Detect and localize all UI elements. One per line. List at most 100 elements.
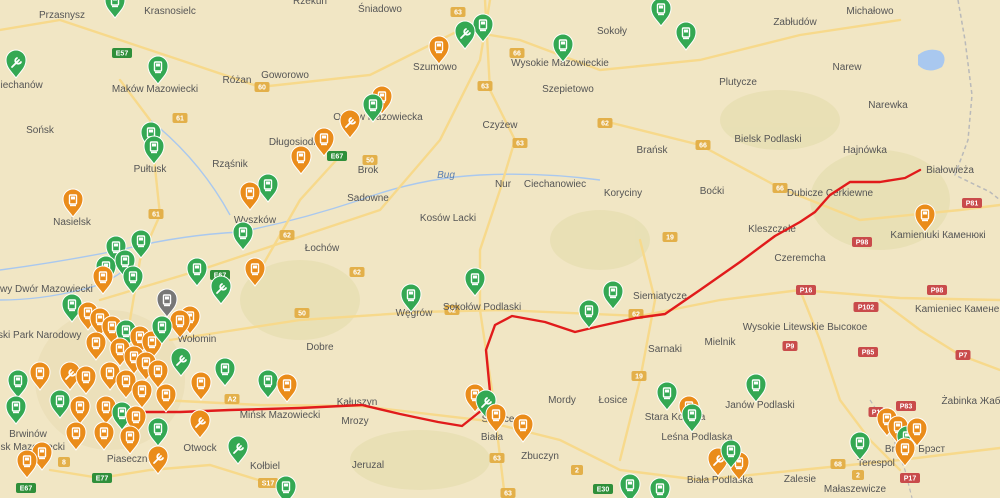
- road-shield: P83: [896, 401, 916, 411]
- road-shield-label: 62: [353, 270, 361, 277]
- road-shield: 62: [349, 267, 365, 277]
- road-shield: E77: [92, 473, 112, 483]
- road-shield: P81: [962, 198, 982, 208]
- road-shield: P98: [852, 237, 872, 247]
- road-shield: P9: [782, 341, 798, 351]
- place-label: Piaseczno: [107, 454, 154, 465]
- place-label: Pułtusk: [134, 164, 168, 175]
- road-shield-label: E77: [96, 476, 109, 483]
- road-shield-label: 60: [258, 85, 266, 92]
- road-shield-label: 19: [635, 374, 643, 381]
- place-label: Koryciny: [604, 188, 642, 199]
- road-shield-label: P16: [800, 288, 813, 295]
- road-shield: P7: [955, 350, 971, 360]
- road-shield-label: P17: [904, 476, 917, 483]
- road-shield: 63: [512, 138, 528, 148]
- road-shield-label: 66: [776, 186, 784, 193]
- place-label: Szepietowo: [542, 84, 594, 95]
- road-shield-label: 62: [601, 121, 609, 128]
- place-label: Białowieża: [926, 165, 974, 176]
- road-shield-label: 2: [575, 468, 579, 475]
- lake: [918, 49, 945, 71]
- place-label: Zbuczyn: [521, 451, 559, 462]
- place-label: Szumowo: [413, 62, 457, 73]
- place-label: Brok: [358, 165, 380, 176]
- place-label: Kleszczele: [748, 224, 796, 235]
- place-label: Kampinoski Park Narodowy: [0, 330, 81, 341]
- place-label: Krasnosielc: [144, 6, 196, 17]
- place-label: Zabłudów: [773, 17, 817, 28]
- road-shield: P17: [900, 473, 920, 483]
- place-label: Biała: [481, 432, 504, 443]
- place-label: Narewka: [868, 100, 908, 111]
- place-label: Siemiatycze: [633, 291, 687, 302]
- place-label: Narew: [833, 62, 863, 73]
- green-charger-pin[interactable]: [649, 477, 671, 498]
- road-shield-label: P9: [786, 344, 795, 351]
- road-shield: S17: [258, 478, 278, 488]
- road-shield: 60: [254, 82, 270, 92]
- green-charger-pin[interactable]: [275, 475, 297, 498]
- road-shield-label: P85: [862, 350, 875, 357]
- road-shield: 66: [772, 183, 788, 193]
- road-shield-label: 66: [513, 51, 521, 58]
- road-shield-label: 50: [298, 311, 306, 318]
- road-shield-label: 63: [481, 84, 489, 91]
- road-shield: 61: [148, 209, 164, 219]
- place-label: Ciechanów: [0, 80, 44, 91]
- place-label: Łochów: [305, 243, 340, 254]
- road-shield-label: 2: [856, 473, 860, 480]
- road-shield-label: E67: [331, 154, 344, 161]
- road-shield-label: 50: [366, 158, 374, 165]
- place-label: Czyżew: [482, 120, 518, 131]
- place-label: Wysokie Litewskie Высокое: [743, 322, 868, 333]
- road-shield-label: 62: [283, 233, 291, 240]
- place-label: Wysokie Mazowieckie: [511, 58, 609, 69]
- road-shield-label: S17: [262, 481, 275, 488]
- place-label: Sokoły: [597, 26, 627, 37]
- road-shield-label: 19: [666, 235, 674, 242]
- place-label: Zalesie: [784, 474, 817, 485]
- place-label: Jeruzal: [352, 460, 384, 471]
- road-shield-label: E67: [20, 486, 33, 493]
- pin-marker: [275, 475, 297, 498]
- road-shield-label: P102: [858, 305, 874, 312]
- road-shield-label: 68: [834, 462, 842, 469]
- place-label: Przasnysz: [39, 10, 85, 21]
- road-shield-label: P83: [900, 404, 913, 411]
- place-label: Dobre: [306, 342, 334, 353]
- place-label: Biała Podlaska: [687, 475, 754, 486]
- place-label: Kamieniuki Каменюкі: [890, 230, 985, 241]
- place-label: Michałowo: [846, 6, 894, 17]
- place-label: Różan: [223, 75, 252, 86]
- place-label: Mińsk Mazowiecki: [240, 410, 321, 421]
- place-label: Sarnaki: [648, 344, 682, 355]
- road-shield-label: 63: [454, 10, 462, 17]
- road-shield: 63: [477, 81, 493, 91]
- road-shield: A2: [224, 394, 240, 404]
- road-shield: P102: [853, 302, 879, 312]
- road-shield-label: P7: [959, 353, 968, 360]
- road-shield: P85: [858, 347, 878, 357]
- river-label: Bug: [437, 170, 455, 181]
- road-shield-label: A2: [228, 397, 237, 404]
- road-shield-label: 63: [516, 141, 524, 148]
- place-label: Sadowne: [347, 193, 389, 204]
- place-label: Bielsk Podlaski: [734, 134, 801, 145]
- road-shield-label: P98: [856, 240, 869, 247]
- map-canvas[interactable]: E576061E67506363666362666619P81P98616262…: [0, 0, 1000, 498]
- road-shield-label: 63: [493, 456, 501, 463]
- place-label: Małaszewicze: [824, 484, 887, 495]
- road-shield-label: 61: [152, 212, 160, 219]
- road-shield: E67: [327, 151, 347, 161]
- road-shield: 2: [571, 465, 583, 475]
- place-label: Boćki: [700, 186, 724, 197]
- road-shield: 61: [172, 113, 188, 123]
- river-labels: Bug: [437, 170, 455, 181]
- road-shield-label: P81: [966, 201, 979, 208]
- road-shield-label: E30: [597, 487, 610, 494]
- place-label: Czeremcha: [774, 253, 826, 264]
- place-label: Goworowo: [261, 70, 309, 81]
- place-label: Sońsk: [26, 125, 55, 136]
- road-shield: E67: [16, 483, 36, 493]
